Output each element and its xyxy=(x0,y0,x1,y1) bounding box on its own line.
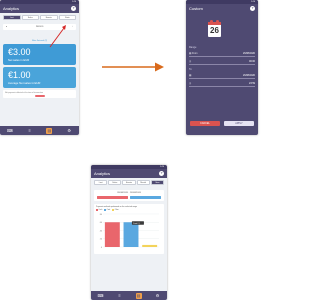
from-time-field[interactable]: ◷ 00:00 xyxy=(189,58,255,65)
bar-cash[interactable] xyxy=(104,222,120,248)
bar-card[interactable] xyxy=(123,222,139,248)
status-chip xyxy=(34,95,45,97)
calendar-small-icon: ▦ xyxy=(189,73,192,77)
range-title: 26/08/2020 · 26/08/2020 xyxy=(117,192,141,194)
tab-sum[interactable]: Sum xyxy=(150,180,165,185)
tooltip-text: Card: 3 xyxy=(133,223,140,225)
cancel-button[interactable]: CANCEL xyxy=(190,121,220,126)
bar-other[interactable] xyxy=(142,245,158,248)
list-icon[interactable]: ≡ xyxy=(117,293,123,299)
page-title: Analytics xyxy=(94,171,111,176)
status-time: 9:26 xyxy=(251,1,255,3)
y-tick-label: 40 xyxy=(100,230,103,232)
calendar-small-icon: ▦ From xyxy=(189,51,198,55)
y-tick-label: 20 xyxy=(100,239,103,241)
custom-range-screen: 9:26 Custom ? 26 Range ▦ From 26/08/2020… xyxy=(186,0,258,135)
calendar-icon: 26 xyxy=(208,20,221,37)
chart-card: Payment methods performed on the selecte… xyxy=(94,204,164,255)
info-note: Net payment collected at the time of tra… xyxy=(3,90,76,98)
clock-icon: ◷ xyxy=(189,59,192,63)
range-summary-bars xyxy=(97,196,161,199)
range-bar-cash xyxy=(97,196,128,199)
annotation-arrow xyxy=(49,25,66,48)
tab-month[interactable]: Month xyxy=(136,180,150,185)
payment-bar-chart: 0 20 40 60 80 Card: 3 xyxy=(100,214,159,249)
help-icon[interactable]: ? xyxy=(159,171,164,176)
chart-icon[interactable]: ▤ xyxy=(135,292,142,299)
y-tick-label: 80 xyxy=(100,214,103,216)
from-label: From xyxy=(191,51,198,55)
to-time-value: 23:59 xyxy=(249,81,255,85)
app-bar: Analytics ? xyxy=(91,169,167,178)
list-icon[interactable]: ≡ xyxy=(27,128,33,134)
help-icon[interactable]: ? xyxy=(250,6,255,11)
info-note-text: Net payment collected at the time of tra… xyxy=(5,92,43,94)
from-time-value: 00:00 xyxy=(249,59,255,63)
keyboard-icon[interactable]: ⌨ xyxy=(7,128,13,134)
analytics-tabs: Last Sales Events Month Sum xyxy=(91,178,167,187)
keyboard-icon[interactable]: ⌨ xyxy=(98,293,104,299)
analytics-chart-screen: 9:26 Analytics ? Last Sales Events Month… xyxy=(91,165,167,300)
y-tick-label: 0 xyxy=(101,247,103,249)
tab-last[interactable]: Last xyxy=(94,180,108,185)
to-heading: To xyxy=(189,68,192,71)
tab-events[interactable]: Events xyxy=(122,180,136,185)
calendar-ring-icon xyxy=(216,20,219,23)
tab-sales[interactable]: Sales xyxy=(108,180,122,185)
bottom-nav: ⌨ ≡ ▤ ⚙ xyxy=(91,291,167,300)
y-tick-label: 60 xyxy=(100,222,103,224)
action-buttons: CANCEL APPLY xyxy=(190,121,254,126)
chart-icon[interactable]: ▤ xyxy=(46,127,53,134)
average-sales-label: Average Net sales in EUR xyxy=(8,81,41,85)
to-date-field[interactable]: ▦ 26/08/2020 xyxy=(189,72,255,79)
to-date-value: 26/08/2020 xyxy=(243,73,255,77)
chart-title: Payment methods performed on the selecte… xyxy=(96,206,137,208)
range-bar-card xyxy=(130,196,161,199)
annotation-arrow-line xyxy=(49,27,65,48)
to-time-field[interactable]: ◷ 23:59 xyxy=(189,80,255,87)
average-sales-value: €1.00 xyxy=(8,70,31,80)
chart-tooltip: Card: 3 xyxy=(131,221,144,225)
from-date-field[interactable]: ▦ From 26/08/2020 xyxy=(189,50,255,57)
settings-icon[interactable]: ⚙ xyxy=(155,293,161,299)
page-title: Custom xyxy=(189,6,203,11)
flow-arrow-head xyxy=(155,62,164,72)
settings-icon[interactable]: ⚙ xyxy=(66,128,72,134)
apply-button[interactable]: APPLY xyxy=(224,121,254,126)
range-card: 26/08/2020 · 26/08/2020 xyxy=(94,190,164,201)
calendar-ring-icon xyxy=(210,20,213,23)
range-form: Range ▦ From 26/08/2020 ◷ 00:00 To ▦ 26/… xyxy=(186,42,258,87)
status-time: 9:26 xyxy=(160,166,164,168)
from-date-value: 26/08/2020 xyxy=(243,51,255,55)
average-sales-card: €1.00 Average Net sales in EUR xyxy=(3,67,76,88)
bottom-nav: ⌨ ≡ ▤ ⚙ xyxy=(0,126,79,135)
app-bar: Custom ? xyxy=(186,4,258,13)
clock-icon: ◷ xyxy=(189,81,192,85)
flow-arrow xyxy=(102,62,164,72)
calendar-day: 26 xyxy=(210,26,219,35)
range-heading: Range xyxy=(189,46,197,49)
